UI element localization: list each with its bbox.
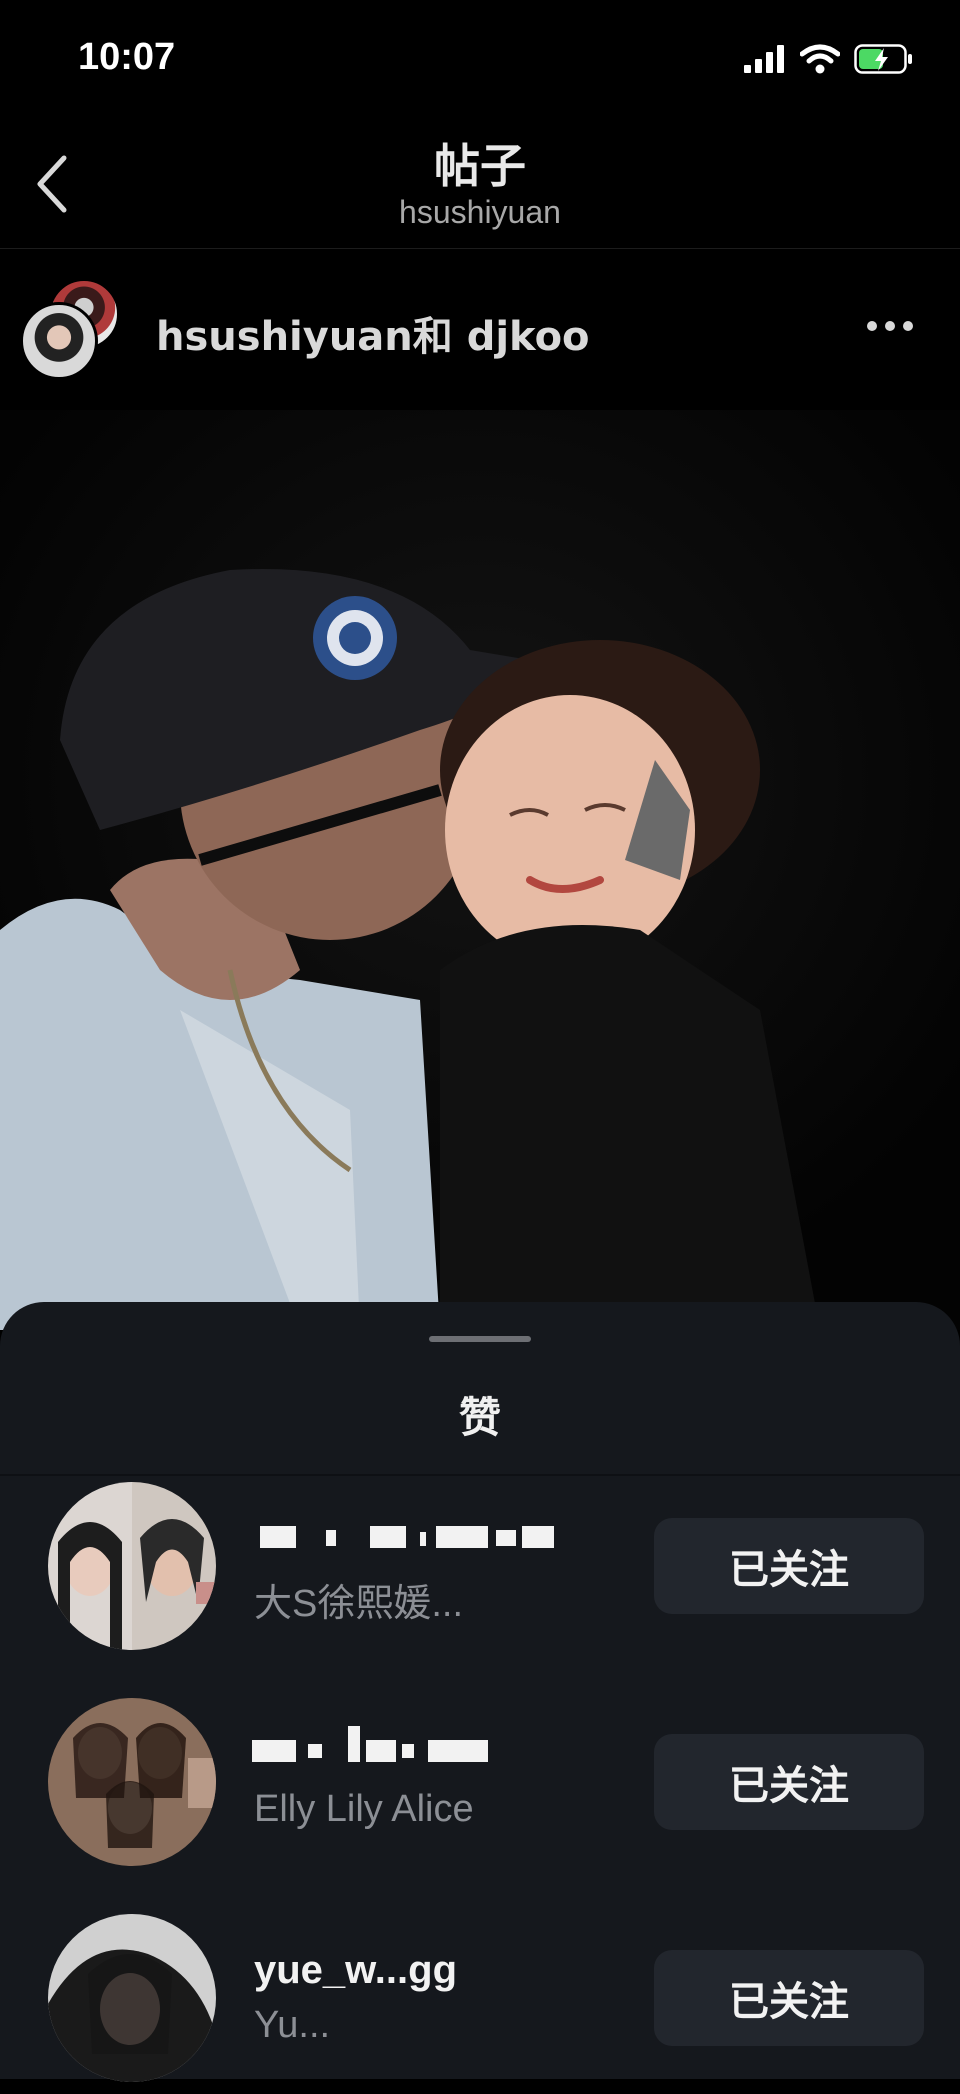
- redacted-username: [260, 1526, 560, 1548]
- author-avatars[interactable]: [20, 278, 120, 380]
- likes-title: 赞: [458, 1393, 501, 1442]
- avatar[interactable]: [48, 1914, 216, 2082]
- like-fullname: Elly Lily Alice: [254, 1788, 474, 1830]
- list-item[interactable]: 大S徐熙媛... 已关注: [0, 1482, 960, 1662]
- divider: [0, 1474, 960, 1476]
- more-options-button[interactable]: [860, 306, 920, 346]
- avatar-image: [48, 1698, 216, 1866]
- signal-icon: [744, 45, 784, 73]
- like-fullname: Yu...: [254, 2004, 331, 2046]
- following-button[interactable]: 已关注: [654, 1950, 924, 2046]
- status-time: 10:07: [78, 36, 176, 78]
- page-title: 帖子: [434, 139, 526, 193]
- list-item[interactable]: Elly Lily Alice 已关注: [0, 1698, 960, 1878]
- avatar[interactable]: [48, 1698, 216, 1866]
- status-bar: 10:07: [0, 0, 960, 120]
- page-subtitle: hsushiyuan: [399, 194, 561, 230]
- battery-charging-icon: [854, 44, 912, 74]
- following-button[interactable]: 已关注: [654, 1734, 924, 1830]
- post-authors[interactable]: hsushiyuan和 djkoo: [156, 304, 590, 362]
- post-image: [0, 410, 960, 1330]
- redacted-username: [252, 1726, 502, 1762]
- sheet-drag-handle[interactable]: [429, 1336, 531, 1342]
- like-username: yue_w...gg: [254, 1948, 458, 1992]
- status-icons: [744, 44, 914, 74]
- post-photo[interactable]: [0, 410, 960, 1330]
- nav-bar: 帖子 hsushiyuan: [0, 120, 960, 249]
- post-header: hsushiyuan和 djkoo: [0, 248, 960, 411]
- avatar-image: [48, 1914, 216, 2082]
- avatar[interactable]: [48, 1482, 216, 1650]
- more-dots-icon: [867, 321, 913, 331]
- avatar-image: [48, 1482, 216, 1650]
- wifi-icon: [800, 44, 840, 74]
- list-item[interactable]: yue_w...gg Yu... 已关注: [0, 1914, 960, 2094]
- avatar: [20, 302, 98, 380]
- like-fullname: 大S徐熙媛...: [254, 1583, 464, 1625]
- following-button[interactable]: 已关注: [654, 1518, 924, 1614]
- likes-sheet: 赞 大S徐熙媛... 已关注 Elly Lily Alice 已关注 yue_w…: [0, 1302, 960, 2082]
